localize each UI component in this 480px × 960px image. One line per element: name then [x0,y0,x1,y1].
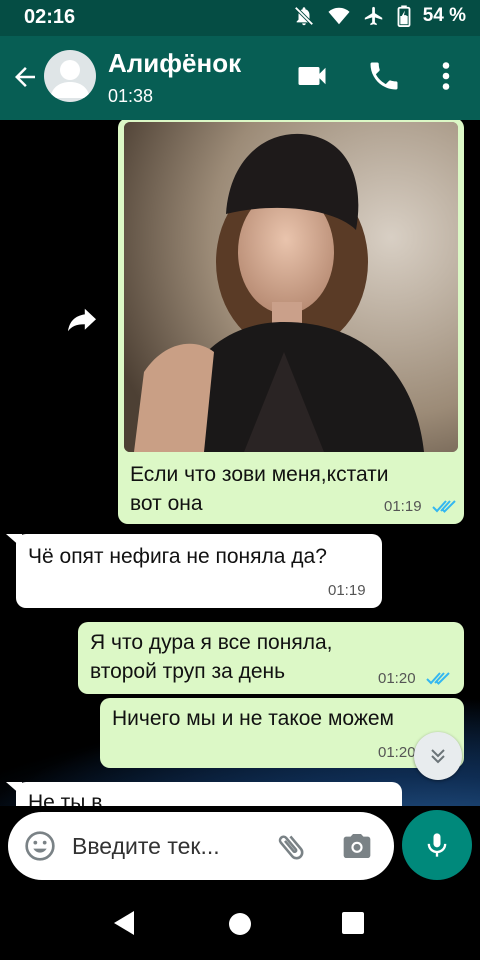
status-bar: 02:16 54 % [0,0,480,36]
attach-icon[interactable] [274,830,308,864]
mic-button[interactable] [402,810,472,880]
nav-home-icon[interactable] [228,912,252,936]
airplane-icon [364,6,382,26]
chat-header: Алифёнок 01:38 [0,36,480,120]
bubble-tail [6,782,22,796]
message-input[interactable]: Введите тек... [72,833,220,860]
message-incoming[interactable]: Не ты в [16,782,402,806]
back-arrow-icon[interactable] [10,62,40,92]
more-vert-icon[interactable] [428,58,464,94]
message-text: Ничего мы и не такое можем [112,707,394,730]
message-text: Если что зови меня,кстати [130,463,389,486]
message-outgoing-image[interactable]: Если что зови меня,кстати вот она 01:19 [118,120,464,524]
message-text: вот она [130,492,203,515]
mic-icon [427,833,447,857]
wifi-icon [328,7,350,25]
contact-last-seen: 01:38 [108,86,154,106]
contact-name[interactable]: Алифёнок [108,48,241,79]
read-receipt-icon [426,672,450,685]
bubble-tail [6,534,22,548]
message-outgoing[interactable]: Я что дура я все поняла, второй труп за … [78,622,464,694]
scroll-to-bottom-button[interactable] [414,732,462,780]
nav-recents-icon[interactable] [342,912,364,934]
scroll-down-icon [431,749,445,764]
message-incoming[interactable]: Чё опят нефига не поняла да? 01:19 [16,534,382,608]
status-time: 02:16 [24,6,76,28]
camera-icon[interactable] [340,830,374,862]
message-text: Я что дура я все поняла, [90,631,333,654]
message-composer[interactable]: Введите тек... [8,812,394,880]
avatar[interactable] [44,50,96,102]
message-text: второй труп за день [90,660,286,683]
message-time: 01:19 [384,498,422,515]
mute-icon [294,6,314,26]
message-time: 01:20 [378,670,416,687]
avatar-placeholder-icon [50,60,90,98]
nav-back-icon[interactable] [112,910,136,936]
forward-icon[interactable] [64,306,100,334]
emoji-icon[interactable] [24,830,56,862]
read-receipt-icon [432,500,456,513]
system-nav-bar [0,880,480,960]
chat-area[interactable]: Если что зови меня,кстати вот она 01:19 … [0,120,480,806]
photo-attachment[interactable] [124,122,458,452]
message-outgoing[interactable]: Ничего мы и не такое можем 01:20 [100,698,464,768]
battery-level: 54 % [422,5,466,26]
message-time: 01:19 [328,582,366,599]
battery-icon [397,5,411,27]
phone-icon[interactable] [366,58,402,94]
video-call-icon[interactable] [294,58,330,94]
message-text: Не ты в [28,791,103,806]
message-text: Чё опят нефига не поняла да? [28,545,327,568]
message-time: 01:20 [378,744,416,761]
